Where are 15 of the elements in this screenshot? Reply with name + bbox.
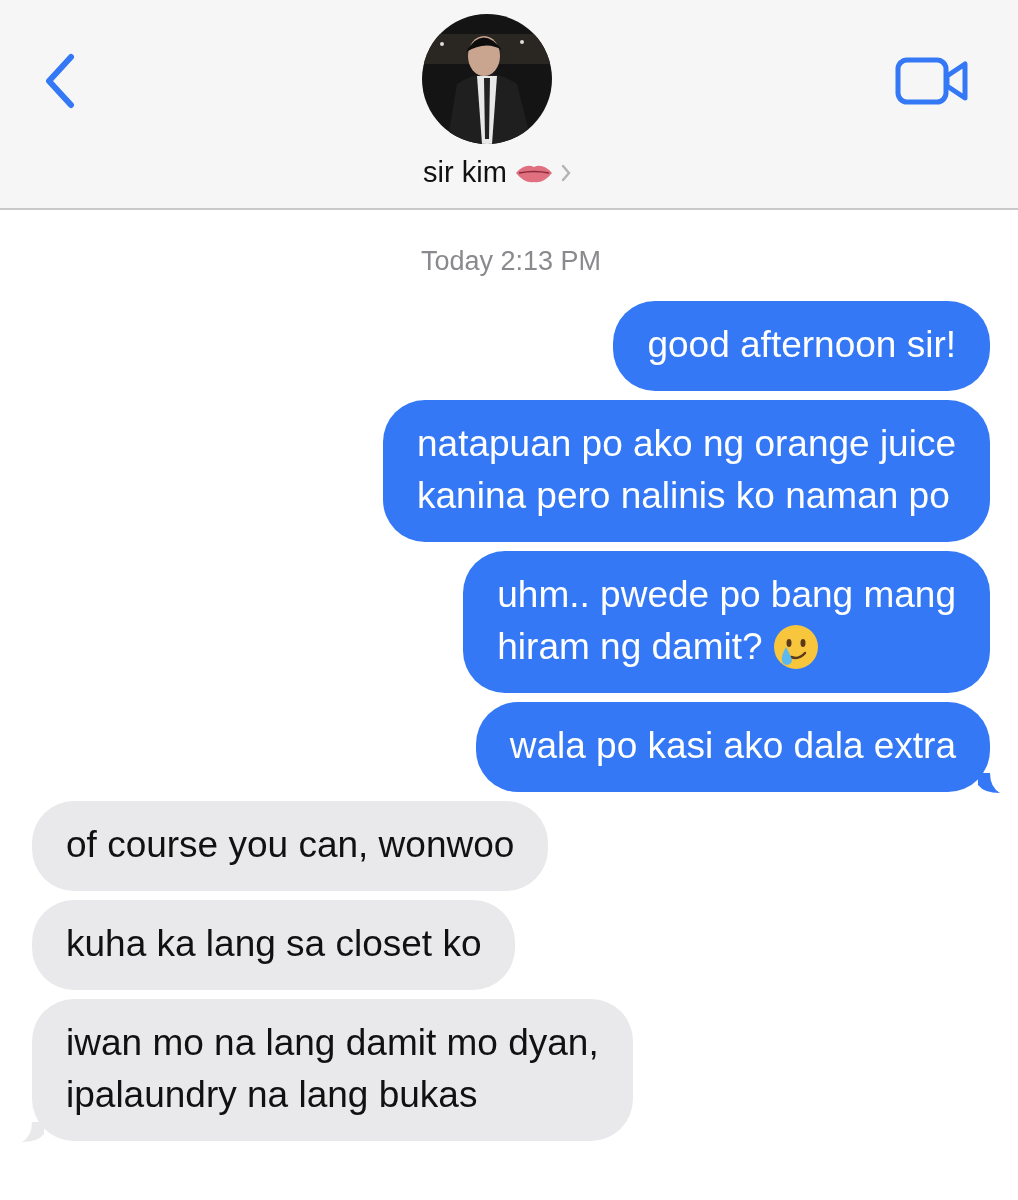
timestamp: Today 2:13 PM [419, 246, 603, 277]
message-line: natapuan po ako ng orange juice [417, 422, 956, 466]
message-line: ipalaundry na lang bukas [66, 1073, 478, 1117]
tearful-smile-icon [772, 624, 819, 670]
message-line: kuha ka lang sa closet ko [66, 922, 482, 966]
message-line: kanina pero nalinis ko naman po [417, 474, 950, 518]
contact-name[interactable]: sir kim [423, 156, 507, 189]
message-line: wala po kasi ako dala extra [509, 724, 956, 768]
chevron-icon[interactable] [560, 163, 571, 182]
message-line: iwan mo na lang damit mo dyan, [66, 1021, 599, 1065]
message-line: of course you can, wonwoo [66, 823, 515, 867]
message-line: hiram ng damit? [497, 625, 763, 669]
message-line: uhm.. pwede po bang mang [497, 573, 956, 617]
video-call-button[interactable] [894, 56, 970, 108]
message-line: good afternoon sir! [647, 323, 956, 367]
